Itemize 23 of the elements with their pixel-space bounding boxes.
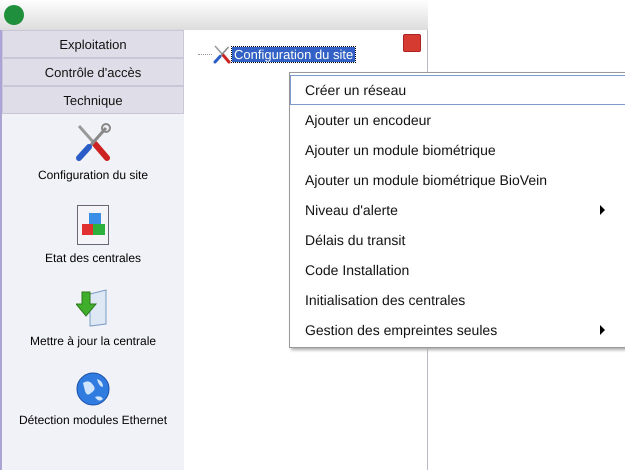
sidebar-tab[interactable]: Technique — [2, 86, 184, 114]
wrench-screwdriver-icon — [73, 122, 113, 162]
close-button[interactable] — [403, 34, 421, 52]
menu-item[interactable]: Gestion des empreintes seules — [290, 315, 625, 345]
sidebar-item-label[interactable]: Etat des centrales — [18, 251, 168, 266]
sidebar-item-label[interactable]: Mettre à jour la centrale — [18, 334, 168, 349]
sidebar-tab[interactable]: Exploitation — [2, 30, 184, 58]
sidebar-item-label[interactable]: Détection modules Ethernet — [18, 413, 168, 428]
colored-blocks-icon — [77, 205, 109, 245]
menu-item[interactable]: Délais du transit — [290, 225, 625, 255]
menu-item[interactable]: Ajouter un module biométrique — [290, 135, 625, 165]
menu-item[interactable]: Initialisation des centrales — [290, 285, 625, 315]
globe-icon — [75, 371, 111, 407]
sidebar-item-label[interactable]: Configuration du site — [18, 168, 168, 183]
wrench-screwdriver-icon — [212, 44, 232, 64]
menu-item[interactable]: Code Installation — [290, 255, 625, 285]
menu-item[interactable]: Ajouter un encodeur — [290, 105, 625, 135]
tree-node[interactable]: Configuration du site — [232, 46, 356, 62]
menu-item[interactable]: Créer un réseau — [290, 75, 625, 105]
menu-item[interactable]: Ajouter un module biométrique BioVein — [290, 165, 625, 195]
menu-item[interactable]: Niveau d'alerte — [290, 195, 625, 225]
sidebar-tab[interactable]: Contrôle d'accès — [2, 58, 184, 86]
app-logo-icon — [4, 5, 24, 25]
